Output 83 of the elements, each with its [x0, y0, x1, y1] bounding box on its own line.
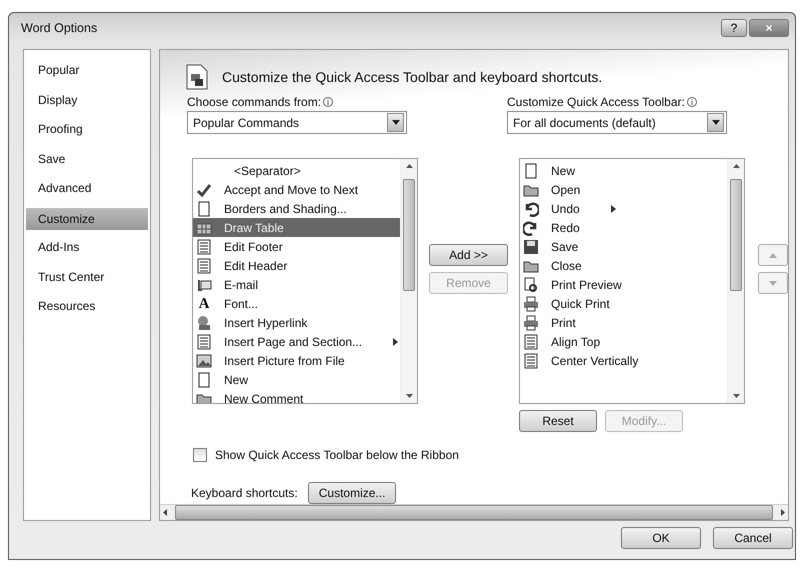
sidebar-item[interactable]: Resources: [24, 292, 150, 322]
toolbar-icon: [186, 64, 208, 90]
field-label: Customize Quick Access Toolbar:: [507, 95, 685, 109]
document-icon: [196, 334, 212, 350]
field-label: Keyboard shortcuts:: [191, 486, 298, 500]
info-icon: [323, 97, 334, 107]
printer-icon: [523, 314, 539, 330]
list-item[interactable]: Accept and Move to Next: [193, 180, 400, 199]
list-item[interactable]: Quick Print: [520, 294, 727, 313]
undo-icon: [523, 200, 539, 216]
list-item[interactable]: Center Vertically: [520, 351, 727, 370]
document-icon: [523, 352, 539, 368]
list-item[interactable]: Redo: [520, 218, 727, 237]
sidebar-item[interactable]: Trust Center: [24, 262, 150, 292]
field-label: Choose commands from:: [187, 95, 322, 109]
list-item[interactable]: Insert Page and Section...: [193, 332, 400, 351]
info-icon: [686, 97, 697, 107]
checkbox-label: Show Quick Access Toolbar below the Ribbon: [215, 448, 459, 462]
sidebar-item[interactable]: Save: [24, 144, 150, 174]
list-item[interactable]: New: [193, 370, 400, 389]
scrollbar[interactable]: [400, 159, 417, 403]
dropdown[interactable]: For all documents (default): [507, 111, 727, 134]
list-item[interactable]: Open: [520, 180, 727, 199]
scroll-up-arrow-icon[interactable]: [732, 164, 740, 168]
submenu-arrow-icon: [392, 338, 398, 346]
sidebar-item[interactable]: Add-Ins: [24, 233, 150, 262]
reset-button[interactable]: Reset: [519, 410, 597, 432]
scroll-down-arrow-icon[interactable]: [406, 394, 412, 398]
list-item[interactable]: Borders and Shading...: [193, 199, 400, 218]
redo-icon: [523, 220, 539, 236]
add-button[interactable]: Add >>: [429, 244, 508, 266]
font-icon: A: [198, 296, 210, 312]
down-arrow-icon: [769, 280, 777, 286]
caret-icon: [712, 120, 720, 125]
list-item[interactable]: Close: [520, 256, 727, 275]
list-item[interactable]: New Comment: [193, 389, 400, 403]
scroll-down-arrow-icon[interactable]: [732, 394, 740, 398]
horizontal-scrollbar[interactable]: [160, 504, 788, 520]
page-icon: [196, 372, 212, 388]
image-icon: [196, 352, 212, 368]
scroll-up-arrow-icon[interactable]: [406, 164, 412, 168]
up-arrow-icon: [769, 252, 777, 258]
checkmark-icon: [196, 182, 212, 198]
document-icon: [523, 334, 539, 350]
list-item[interactable]: Print: [520, 313, 727, 332]
sidebar-item[interactable]: Popular: [24, 56, 150, 86]
list-item[interactable]: Insert Hyperlink: [193, 313, 400, 332]
cancel-button[interactable]: Cancel: [713, 527, 793, 549]
ok-button[interactable]: OK: [621, 527, 701, 549]
list-item[interactable]: A Font...: [193, 294, 400, 313]
submenu-arrow-icon: [610, 204, 616, 212]
sidebar-item[interactable]: Display: [24, 86, 150, 115]
page-heading: Customize the Quick Access Toolbar and keyboard shortcuts.: [222, 68, 602, 84]
magnifier-icon: [523, 276, 539, 292]
help-button[interactable]: ?: [721, 19, 747, 37]
list-item[interactable]: Insert Picture from File: [193, 351, 400, 370]
printer-icon: [523, 296, 539, 312]
list-item[interactable]: Print Preview: [520, 275, 727, 294]
checkbox[interactable]: [193, 448, 207, 462]
page-icon: [196, 200, 212, 216]
document-icon: [196, 258, 212, 274]
customize-button[interactable]: Customize...: [308, 482, 396, 504]
list-item[interactable]: Edit Header: [193, 256, 400, 275]
document-icon: [196, 238, 212, 254]
list-item[interactable]: Edit Footer: [193, 237, 400, 256]
scroll-right-arrow-icon[interactable]: [781, 509, 785, 516]
page-icon: [523, 162, 539, 178]
sidebar-item[interactable]: Customize: [26, 208, 148, 230]
globe-icon: [196, 314, 212, 330]
list-item[interactable]: E-mail: [193, 275, 400, 294]
sidebar-item[interactable]: Advanced: [24, 174, 150, 204]
dropdown[interactable]: Popular Commands: [187, 111, 407, 134]
scroll-left-arrow-icon[interactable]: [163, 509, 167, 516]
sidebar-item[interactable]: Proofing: [24, 115, 150, 144]
caret-icon: [392, 120, 400, 125]
list-item[interactable]: Draw Table: [193, 218, 400, 237]
list-item[interactable]: Align Top: [520, 332, 727, 351]
list-item[interactable]: Undo: [520, 199, 727, 218]
list-item[interactable]: New: [520, 161, 727, 180]
list-item[interactable]: <Separator>: [193, 161, 400, 180]
scrollbar[interactable]: [727, 159, 744, 403]
list-item[interactable]: Save: [520, 237, 727, 256]
window-title: Word Options: [21, 21, 98, 35]
